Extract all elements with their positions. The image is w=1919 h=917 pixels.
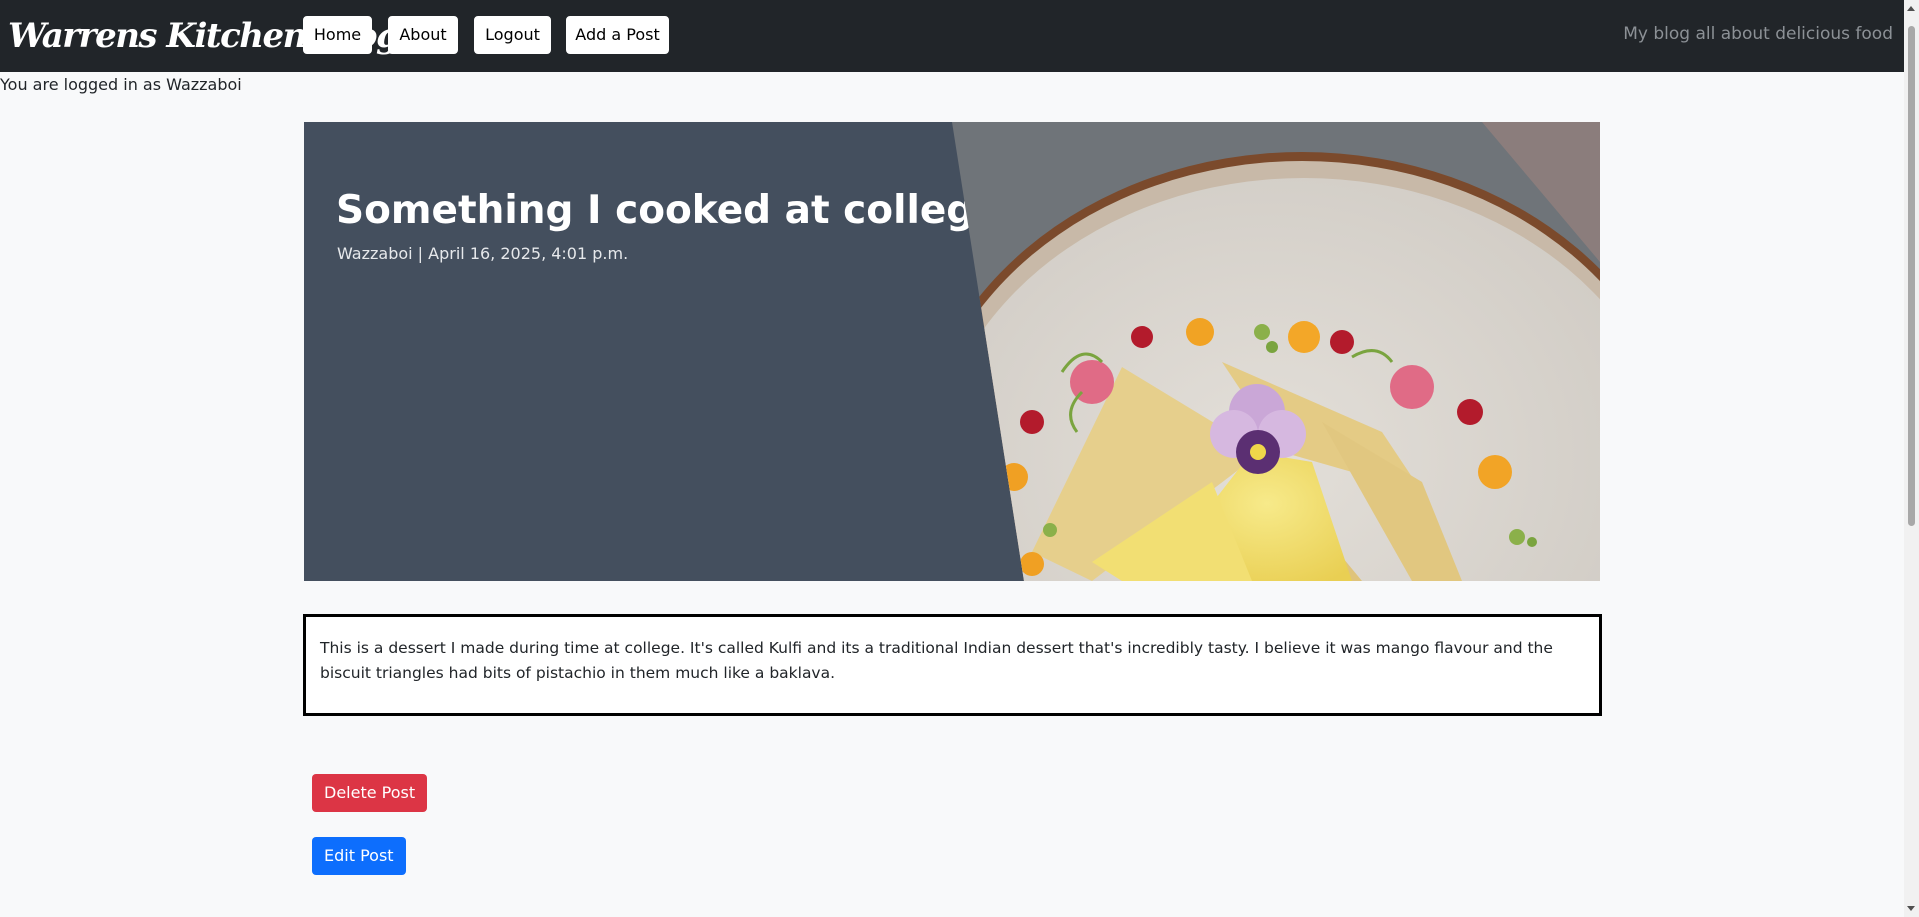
nav-logout-button[interactable]: Logout [474, 16, 551, 54]
edit-post-button[interactable]: Edit Post [312, 837, 406, 875]
post-content: This is a dessert I made during time at … [303, 614, 1602, 716]
post-title: Something I cooked at college [336, 188, 1001, 233]
navbar: Warrens Kitchen Blog Home About Logout A… [0, 0, 1919, 72]
scrollbar-thumb[interactable] [1908, 26, 1915, 526]
scroll-down-arrow-icon[interactable] [1907, 906, 1915, 911]
login-status-text: You are logged in as Wazzaboi [0, 75, 242, 94]
nav-home-button[interactable]: Home [303, 16, 372, 54]
delete-post-button[interactable]: Delete Post [312, 774, 428, 812]
post-hero: Something I cooked at college Wazzaboi |… [304, 122, 1600, 581]
post-meta: Wazzaboi | April 16, 2025, 4:01 p.m. [337, 244, 629, 263]
nav-add-post-button[interactable]: Add a Post [566, 16, 669, 54]
vertical-scrollbar[interactable] [1904, 0, 1919, 917]
nav-about-button[interactable]: About [388, 16, 458, 54]
post-image [952, 122, 1600, 581]
site-tagline: My blog all about delicious food [1623, 24, 1893, 44]
kulfi-dessert-illustration [952, 122, 1600, 581]
scroll-up-arrow-icon[interactable] [1907, 6, 1915, 11]
